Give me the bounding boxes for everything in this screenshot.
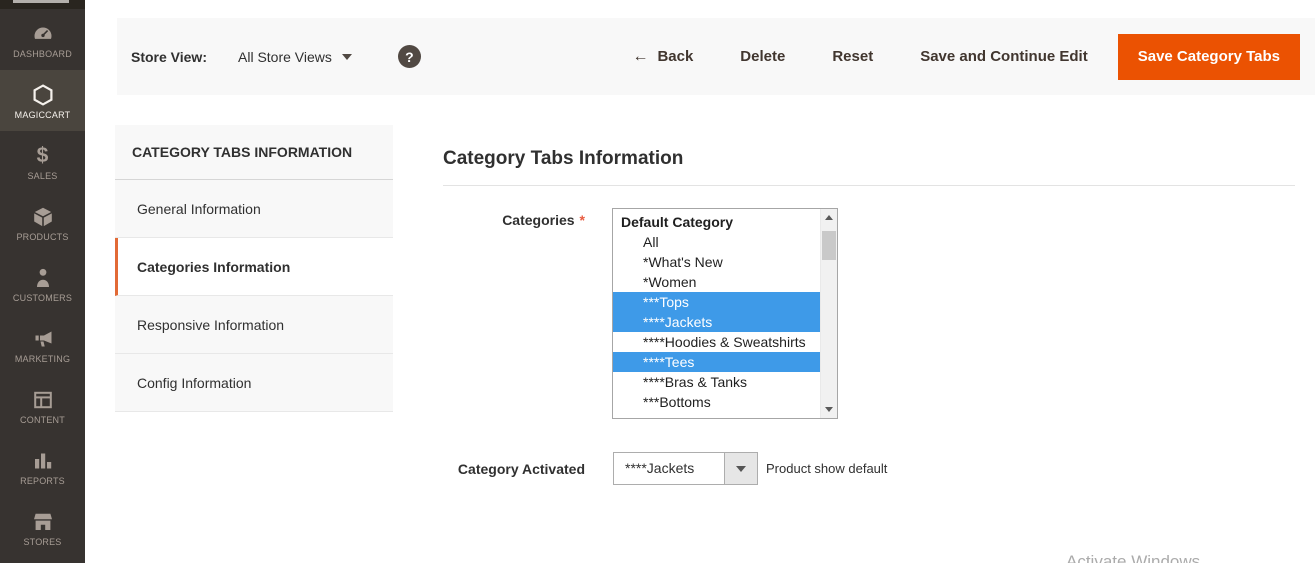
person-icon xyxy=(31,265,55,291)
help-icon[interactable] xyxy=(398,45,421,68)
storefront-icon xyxy=(31,509,55,535)
required-marker: * xyxy=(580,212,585,228)
select-dropdown-button[interactable] xyxy=(724,453,757,484)
category-option-selected[interactable]: ****Tees xyxy=(613,352,820,372)
category-activated-select[interactable]: ****Jackets xyxy=(613,452,758,485)
sidebar-item-label: PRODUCTS xyxy=(16,232,68,242)
scroll-up-icon[interactable] xyxy=(821,209,837,226)
category-option[interactable]: Default Category xyxy=(613,212,820,232)
megaphone-icon xyxy=(31,326,55,352)
sidebar-item-marketing[interactable]: MARKETING xyxy=(0,314,85,375)
hexagon-icon xyxy=(31,82,55,108)
tab-config-information[interactable]: Config Information xyxy=(115,354,393,412)
sidebar-item-products[interactable]: PRODUCTS xyxy=(0,192,85,253)
tab-general-information[interactable]: General Information xyxy=(115,180,393,238)
reset-button[interactable]: Reset xyxy=(832,48,873,65)
categories-label: Categories * xyxy=(443,208,585,228)
sidebar-item-label: CUSTOMERS xyxy=(13,293,72,303)
category-option[interactable]: ****Bras & Tanks xyxy=(613,372,820,392)
back-button[interactable]: Back xyxy=(632,48,693,66)
category-option[interactable]: *What's New xyxy=(613,252,820,272)
layout-icon xyxy=(31,387,55,413)
sidebar-item-label: SALES xyxy=(27,171,57,181)
main-content: Category Tabs Information Categories* De… xyxy=(443,148,1295,170)
activate-windows-watermark: Activate Windows xyxy=(1066,552,1200,563)
back-button-label: Back xyxy=(657,48,693,65)
bar-chart-icon xyxy=(31,448,55,474)
sidebar-item-label: REPORTS xyxy=(20,476,65,486)
sidebar-item-label: MARKETING xyxy=(15,354,70,364)
categories-multiselect[interactable]: Default Category All *What's New *Women … xyxy=(612,208,838,419)
category-option-selected[interactable]: ****Jackets xyxy=(613,312,820,332)
chevron-down-icon xyxy=(342,54,352,60)
scroll-down-icon[interactable] xyxy=(821,401,837,418)
package-icon xyxy=(31,204,55,230)
title-divider xyxy=(443,185,1295,186)
category-option-selected[interactable]: ***Tops xyxy=(613,292,820,312)
sidebar-item-content[interactable]: CONTENT xyxy=(0,375,85,436)
category-option[interactable]: ***Bottoms xyxy=(613,392,820,412)
page-title: Category Tabs Information xyxy=(443,148,1295,170)
gauge-icon xyxy=(31,21,55,47)
store-view-selected: All Store Views xyxy=(238,49,332,65)
category-activated-note: Product show default xyxy=(766,461,887,476)
scrollbar-thumb[interactable] xyxy=(822,231,836,260)
category-option[interactable]: ****Hoodies & Sweatshirts xyxy=(613,332,820,352)
section-tabs-panel: CATEGORY TABS INFORMATION General Inform… xyxy=(115,125,393,412)
delete-button[interactable]: Delete xyxy=(740,48,785,65)
save-and-continue-button[interactable]: Save and Continue Edit xyxy=(920,48,1088,65)
sidebar-item-dashboard[interactable]: DASHBOARD xyxy=(0,9,85,70)
magento-admin-screen: DASHBOARD MAGICCART SALES PRODUCTS CUSTO… xyxy=(0,0,1315,563)
categories-label-text: Categories xyxy=(502,212,574,228)
magento-logo-strip xyxy=(0,0,85,9)
sidebar-item-customers[interactable]: CUSTOMERS xyxy=(0,253,85,314)
save-category-tabs-button[interactable]: Save Category Tabs xyxy=(1118,34,1300,80)
toolbar-actions: Back Delete Reset Save and Continue Edit… xyxy=(585,34,1300,80)
dollar-icon xyxy=(37,143,49,169)
tab-responsive-information[interactable]: Responsive Information xyxy=(115,296,393,354)
sidebar-item-label: STORES xyxy=(23,537,61,547)
sidebar-item-stores[interactable]: STORES xyxy=(0,497,85,558)
sidebar-item-label: DASHBOARD xyxy=(13,49,72,59)
sidebar-item-sales[interactable]: SALES xyxy=(0,131,85,192)
sidebar-item-label: CONTENT xyxy=(20,415,65,425)
store-view-label: Store View: xyxy=(131,49,207,65)
tab-categories-information[interactable]: Categories Information xyxy=(115,238,393,296)
category-activated-field-row: Category Activated ****Jackets Product s… xyxy=(443,452,887,485)
store-view-switcher: Store View: All Store Views xyxy=(131,45,421,68)
categories-option-list: Default Category All *What's New *Women … xyxy=(613,212,820,412)
category-activated-value: ****Jackets xyxy=(614,453,724,484)
back-arrow-icon xyxy=(632,48,648,66)
sidebar-item-reports[interactable]: REPORTS xyxy=(0,436,85,497)
chevron-down-icon xyxy=(736,466,746,472)
page-toolbar: Store View: All Store Views Back Delete … xyxy=(117,18,1315,95)
listbox-scrollbar[interactable] xyxy=(820,209,837,418)
tabs-panel-header: CATEGORY TABS INFORMATION xyxy=(115,125,393,180)
sidebar: DASHBOARD MAGICCART SALES PRODUCTS CUSTO… xyxy=(0,0,85,563)
category-option[interactable]: All xyxy=(613,232,820,252)
sidebar-item-label: MAGICCART xyxy=(15,110,71,120)
categories-field-row: Categories * Default Category All *What's… xyxy=(443,208,838,419)
category-option[interactable]: *Women xyxy=(613,272,820,292)
category-activated-label: Category Activated xyxy=(443,461,585,477)
store-view-dropdown[interactable]: All Store Views xyxy=(238,49,352,65)
sidebar-item-magiccart[interactable]: MAGICCART xyxy=(0,70,85,131)
